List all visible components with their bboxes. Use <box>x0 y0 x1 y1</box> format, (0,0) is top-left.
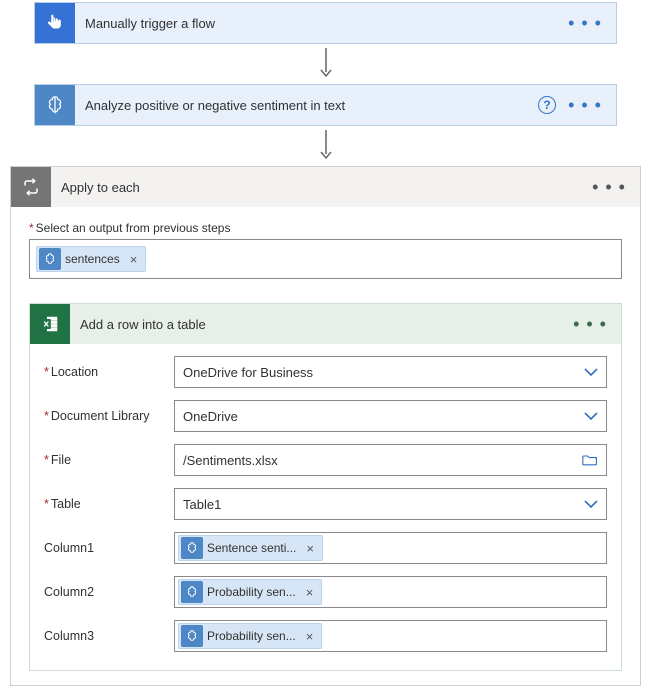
file-picker[interactable]: /Sentiments.xlsx <box>174 444 607 476</box>
column3-input[interactable]: Probability sen... × <box>174 620 607 652</box>
brain-icon <box>181 537 203 559</box>
location-value: OneDrive for Business <box>183 365 584 380</box>
more-icon[interactable]: • • • <box>573 319 607 329</box>
label-file: *File <box>44 453 174 467</box>
more-icon[interactable]: • • • <box>568 100 602 110</box>
file-value: /Sentiments.xlsx <box>183 453 582 468</box>
label-column1: Column1 <box>44 541 174 555</box>
token-probability-2[interactable]: Probability sen... × <box>178 623 322 649</box>
token-label: Sentence senti... <box>205 541 302 555</box>
step-title: Manually trigger a flow <box>75 16 568 31</box>
loop-icon <box>11 167 51 207</box>
more-icon[interactable]: • • • <box>568 18 602 28</box>
excel-icon <box>30 304 70 344</box>
remove-token-icon[interactable]: × <box>302 541 322 556</box>
remove-token-icon[interactable]: × <box>302 585 322 600</box>
token-label: Probability sen... <box>205 585 302 599</box>
more-icon[interactable]: • • • <box>592 182 626 192</box>
label-column2: Column2 <box>44 585 174 599</box>
step-analyze-sentiment[interactable]: Analyze positive or negative sentiment i… <box>34 84 617 126</box>
folder-icon[interactable] <box>582 453 598 467</box>
chevron-down-icon[interactable] <box>584 367 598 377</box>
label-column3: Column3 <box>44 629 174 643</box>
add-row-action: Add a row into a table • • • *Location O… <box>29 303 622 671</box>
column2-input[interactable]: Probability sen... × <box>174 576 607 608</box>
output-label: *Select an output from previous steps <box>29 221 622 235</box>
table-dropdown[interactable]: Table1 <box>174 488 607 520</box>
label-table: *Table <box>44 497 174 511</box>
connector-arrow <box>6 126 645 166</box>
token-sentences[interactable]: sentences × <box>36 246 146 272</box>
chevron-down-icon[interactable] <box>584 411 598 421</box>
table-value: Table1 <box>183 497 584 512</box>
pointer-icon <box>35 3 75 43</box>
output-selector[interactable]: sentences × <box>29 239 622 279</box>
brain-icon <box>181 625 203 647</box>
document-library-dropdown[interactable]: OneDrive <box>174 400 607 432</box>
brain-icon <box>35 85 75 125</box>
chevron-down-icon[interactable] <box>584 499 598 509</box>
token-label: sentences <box>63 252 126 266</box>
brain-icon <box>39 248 61 270</box>
location-dropdown[interactable]: OneDrive for Business <box>174 356 607 388</box>
token-sentence-sentiment[interactable]: Sentence senti... × <box>178 535 323 561</box>
remove-token-icon[interactable]: × <box>302 629 322 644</box>
document-library-value: OneDrive <box>183 409 584 424</box>
add-row-header[interactable]: Add a row into a table • • • <box>30 304 621 344</box>
loop-title: Apply to each <box>51 180 592 195</box>
remove-token-icon[interactable]: × <box>126 252 146 267</box>
help-icon[interactable]: ? <box>538 96 556 114</box>
label-document-library: *Document Library <box>44 409 174 423</box>
brain-icon <box>181 581 203 603</box>
label-location: *Location <box>44 365 174 379</box>
step-title: Analyze positive or negative sentiment i… <box>75 98 538 113</box>
column1-input[interactable]: Sentence senti... × <box>174 532 607 564</box>
action-title: Add a row into a table <box>70 317 573 332</box>
apply-to-each-header[interactable]: Apply to each • • • <box>11 167 640 207</box>
token-probability-1[interactable]: Probability sen... × <box>178 579 322 605</box>
token-label: Probability sen... <box>205 629 302 643</box>
apply-to-each-container: Apply to each • • • *Select an output fr… <box>10 166 641 686</box>
step-manual-trigger[interactable]: Manually trigger a flow • • • <box>34 2 617 44</box>
connector-arrow <box>6 44 645 84</box>
